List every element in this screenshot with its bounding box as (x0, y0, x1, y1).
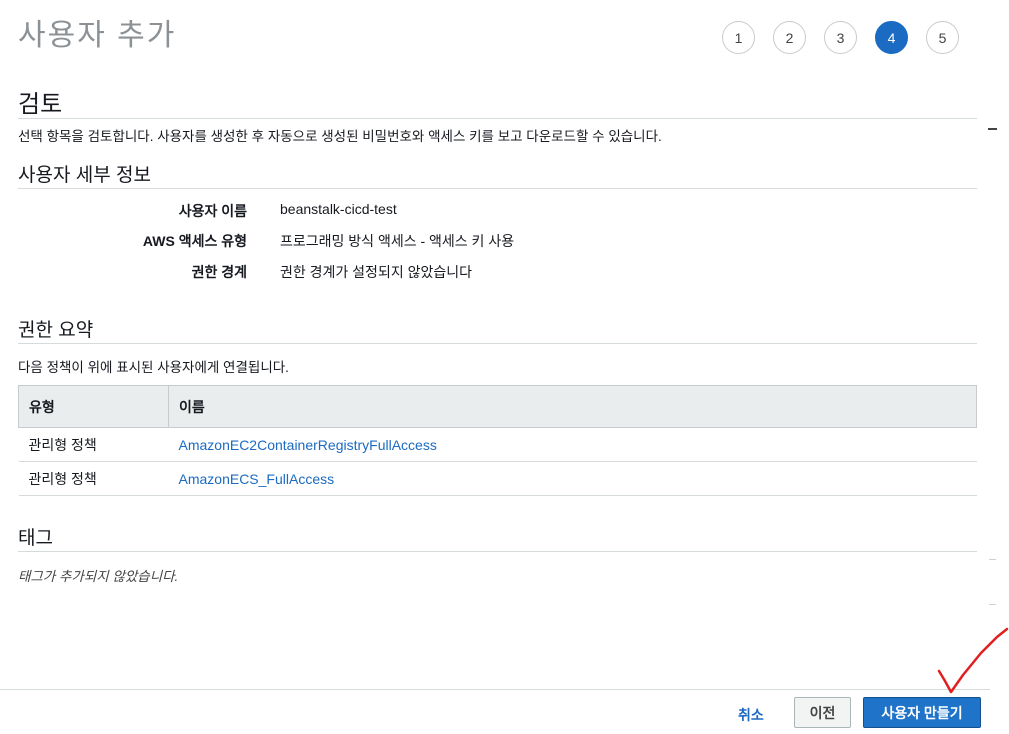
detail-key: 권한 경계 (191, 264, 247, 280)
page-title: 사용자 추가 (18, 19, 177, 52)
detail-row-username: 사용자 이름 beanstalk-cicd-test (18, 201, 977, 221)
detail-key: AWS 액세스 유형 (142, 233, 247, 249)
step-5[interactable]: 5 (926, 21, 959, 54)
footer-divider (0, 689, 990, 690)
detail-value: 프로그래밍 방식 액세스 - 액세스 키 사용 (280, 233, 515, 249)
detail-value: beanstalk-cicd-test (280, 201, 397, 217)
column-header-name[interactable]: 이름 (168, 385, 977, 428)
policy-link[interactable]: AmazonEC2ContainerRegistryFullAccess (179, 437, 437, 453)
step-1[interactable]: 1 (722, 21, 755, 54)
detail-row-permission-boundary: 권한 경계 권한 경계가 설정되지 않았습니다 (18, 262, 977, 282)
step-4-current: 4 (875, 21, 908, 54)
create-user-button[interactable]: 사용자 만들기 (863, 697, 981, 728)
previous-button[interactable]: 이전 (794, 697, 851, 728)
red-checkmark-icon (937, 627, 1009, 694)
policy-name-cell: AmazonECS_FullAccess (168, 461, 977, 496)
table-row: 관리형 정책 AmazonECS_FullAccess (18, 461, 977, 496)
policy-type-cell: 관리형 정책 (18, 427, 169, 462)
tags-heading: 태그 (18, 528, 53, 549)
table-row: 관리형 정책 AmazonEC2ContainerRegistryFullAcc… (18, 427, 977, 462)
step-3[interactable]: 3 (824, 21, 857, 54)
review-divider (18, 118, 977, 119)
permissions-heading: 권한 요약 (18, 320, 94, 341)
user-details-heading: 사용자 세부 정보 (18, 165, 151, 186)
table-header-row: 유형 이름 (18, 385, 977, 428)
review-heading: 검토 (18, 91, 63, 118)
review-description: 선택 항목을 검토합니다. 사용자를 생성한 후 자동으로 생성된 비밀번호와 … (18, 129, 662, 144)
step-2[interactable]: 2 (773, 21, 806, 54)
scroll-marker (989, 559, 996, 560)
policy-name-cell: AmazonEC2ContainerRegistryFullAccess (168, 427, 977, 462)
policy-table: 유형 이름 관리형 정책 AmazonEC2ContainerRegistryF… (18, 385, 977, 496)
policy-link[interactable]: AmazonECS_FullAccess (179, 471, 335, 487)
column-header-type[interactable]: 유형 (18, 385, 169, 428)
permissions-divider (18, 343, 977, 344)
wizard-steps: 1 2 3 4 5 (722, 21, 959, 54)
scroll-marker (989, 604, 996, 605)
detail-row-access-type: AWS 액세스 유형 프로그래밍 방식 액세스 - 액세스 키 사용 (18, 231, 977, 251)
detail-value: 권한 경계가 설정되지 않았습니다 (280, 264, 472, 280)
cancel-button[interactable]: 취소 (730, 700, 772, 730)
permissions-description: 다음 정책이 위에 표시된 사용자에게 연결됩니다. (18, 360, 289, 375)
collapse-icon[interactable] (988, 128, 997, 130)
tags-divider (18, 551, 977, 552)
policy-type-cell: 관리형 정책 (18, 461, 169, 496)
user-details-divider (18, 188, 977, 189)
detail-key: 사용자 이름 (178, 203, 247, 219)
tags-empty-text: 태그가 추가되지 않았습니다. (18, 569, 179, 584)
